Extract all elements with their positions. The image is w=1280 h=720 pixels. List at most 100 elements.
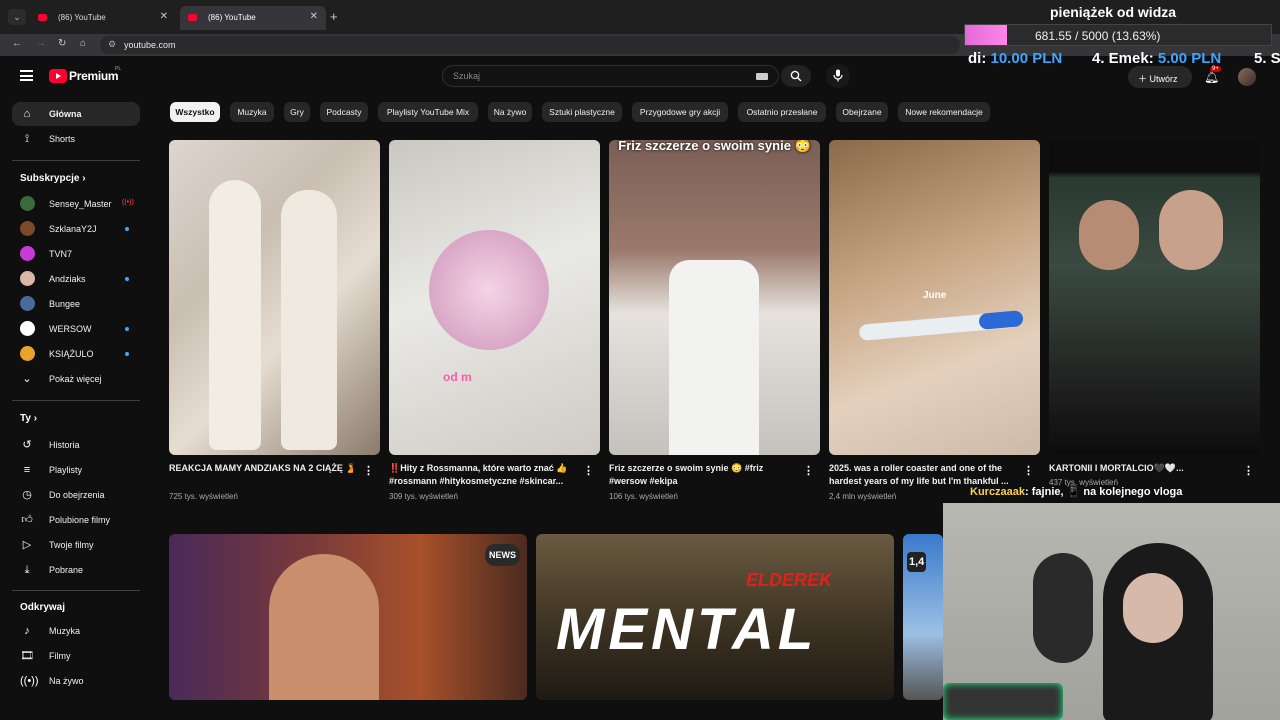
account-avatar[interactable]: [1238, 68, 1256, 86]
video-card[interactable]: NEWS: [169, 534, 527, 700]
more-options-icon[interactable]: ⋮: [1243, 464, 1254, 477]
ticker-prefix: 5. S: [1254, 50, 1280, 67]
sidebar-item-home[interactable]: ⌂ Główna: [12, 102, 140, 126]
tab-close-icon[interactable]: ✕: [160, 11, 168, 22]
search-button[interactable]: [781, 65, 811, 87]
tab-title: (86) YouTube: [58, 13, 106, 22]
sidebar-item-subscription[interactable]: WERSOW: [12, 317, 140, 341]
new-tab-icon[interactable]: +: [330, 9, 338, 24]
video-card[interactable]: REAKCJA MAMY ANDZIAKS NA 2 CIĄŻĘ 🫄 725 t…: [169, 140, 380, 510]
back-icon[interactable]: ←: [12, 38, 22, 49]
search-input[interactable]: Szukaj: [442, 65, 779, 87]
video-thumbnail[interactable]: ELDEREK MENTAL: [536, 534, 894, 700]
video-thumbnail[interactable]: od m: [389, 140, 600, 455]
sidebar-item-subscription[interactable]: SzklanaY2J: [12, 217, 140, 241]
chip[interactable]: Nowe rekomendacje: [898, 102, 990, 122]
donation-ticker-item: 5. S: [1254, 50, 1280, 67]
sidebar-item-live[interactable]: ((•)) Na żywo: [12, 669, 140, 693]
chip[interactable]: Gry: [284, 102, 310, 122]
video-thumbnail[interactable]: 1,4: [903, 534, 943, 700]
sidebar-item-subscription[interactable]: Andziaks: [12, 267, 140, 291]
video-card[interactable]: od m ‼️Hity z Rossmanna, które warto zna…: [389, 140, 600, 510]
forward-icon[interactable]: →: [36, 38, 46, 49]
more-options-icon[interactable]: ⋮: [1023, 464, 1034, 477]
chat-text: : fajnie, 📱 na kolejnego vloga: [1025, 486, 1183, 498]
youtube-premium-logo[interactable]: Premium PL: [49, 66, 121, 86]
tab-close-icon[interactable]: ✕: [310, 11, 318, 22]
chip[interactable]: Muzyka: [230, 102, 274, 122]
video-title[interactable]: ‼️Hity z Rossmanna, które warto znać 👍 #…: [389, 462, 579, 488]
voice-search-button[interactable]: [826, 64, 850, 88]
keyboard-icon[interactable]: [756, 73, 768, 80]
chip-all[interactable]: Wszystko: [170, 102, 220, 122]
ticker-prefix: di:: [968, 50, 991, 67]
chip[interactable]: Na żywo: [488, 102, 532, 122]
subscriptions-header[interactable]: Subskrypcje ›: [20, 173, 86, 184]
sidebar-item-subscription[interactable]: Sensey_Master ((•)): [12, 192, 140, 216]
home-browser-icon[interactable]: ⌂: [80, 38, 86, 49]
sidebar-item-downloads[interactable]: ⤓ Pobrane: [12, 558, 140, 582]
download-icon: ⤓: [24, 564, 30, 576]
sidebar-item-history[interactable]: ↺ Historia: [12, 433, 140, 457]
menu-icon[interactable]: [20, 70, 33, 81]
more-options-icon[interactable]: ⋮: [583, 464, 594, 477]
video-card[interactable]: ELDEREK MENTAL: [536, 534, 894, 700]
subscriptions-header-label: Subskrypcje: [20, 173, 80, 184]
more-options-icon[interactable]: ⋮: [803, 464, 814, 477]
create-label: Utwórz: [1149, 74, 1178, 84]
chip[interactable]: Obejrzane: [836, 102, 888, 122]
video-title[interactable]: REAKCJA MAMY ANDZIAKS NA 2 CIĄŻĘ 🫄: [169, 462, 359, 475]
thumbnail-caption: Friz szczerze o swoim synie 😳: [618, 140, 811, 153]
webcam-overlay: [943, 503, 1280, 720]
chevron-right-icon: ›: [33, 413, 38, 424]
you-header[interactable]: Ty ›: [20, 413, 37, 424]
sidebar-item-label: Na żywo: [49, 676, 84, 686]
logo-text: Premium: [69, 69, 119, 83]
playlist-icon: ≡: [23, 464, 31, 476]
sidebar-item-subscription[interactable]: Bungee: [12, 292, 140, 316]
chip[interactable]: Podcasty: [320, 102, 368, 122]
chevron-down-icon: ⌄: [22, 373, 32, 385]
sidebar-show-more[interactable]: ⌄ Pokaż więcej: [12, 367, 140, 391]
chip[interactable]: Przygodowe gry akcji: [632, 102, 728, 122]
category-chips: Wszystko Muzyka Gry Podcasty Playlisty Y…: [170, 102, 1270, 122]
sidebar-item-subscription[interactable]: TVN7: [12, 242, 140, 266]
sidebar-item-music[interactable]: ♪ Muzyka: [12, 619, 140, 643]
sidebar-item-your-videos[interactable]: ▷ Twoje filmy: [12, 533, 140, 557]
url-field[interactable]: ⚙ youtube.com: [100, 36, 960, 54]
reload-icon[interactable]: ↻: [58, 38, 66, 49]
browser-tab-active[interactable]: (86) YouTube ✕: [180, 6, 326, 30]
video-title[interactable]: Friz szczerze o swoim synie 😳 #friz #wer…: [609, 462, 799, 488]
donation-ticker-item: di: 10.00 PLN: [968, 50, 1062, 67]
sidebar-item-shorts[interactable]: ⟟ Shorts: [12, 127, 140, 151]
ticker-prefix: 4. Emek:: [1092, 50, 1158, 67]
sidebar-item-subscription[interactable]: KSIĄŻULO: [12, 342, 140, 366]
video-card[interactable]: KARTONII I MORTALCIO🖤🤍... 437 tys. wyświ…: [1049, 140, 1260, 487]
tab-search-icon[interactable]: ⌄: [8, 9, 26, 25]
sidebar-item-watch-later[interactable]: ◷ Do obejrzenia: [12, 483, 140, 507]
sidebar-item-playlists[interactable]: ≡ Playlisty: [12, 458, 140, 482]
video-card[interactable]: Friz szczerze o swoim synie 😳 Friz szcze…: [609, 140, 820, 510]
site-info-icon[interactable]: ⚙: [108, 39, 116, 50]
chip[interactable]: Ostatnio przesłane: [738, 102, 826, 122]
video-thumbnail[interactable]: [1049, 140, 1260, 455]
ticker-amount: 10.00 PLN: [990, 50, 1063, 67]
sidebar-item-movies[interactable]: 🎞︎ Filmy: [12, 644, 140, 668]
video-thumbnail[interactable]: Friz szczerze o swoim synie 😳: [609, 140, 820, 455]
channel-avatar: [20, 321, 35, 336]
video-thumbnail[interactable]: [169, 140, 380, 455]
notifications-bell-icon[interactable]: 🔔︎: [1204, 70, 1219, 84]
chip[interactable]: Playlisty YouTube Mix: [378, 102, 478, 122]
sidebar-item-label: Bungee: [49, 299, 81, 309]
browser-tab[interactable]: (86) YouTube ✕: [30, 6, 176, 30]
more-options-icon[interactable]: ⋮: [363, 464, 374, 477]
home-icon: ⌂: [23, 108, 31, 120]
video-card[interactable]: June 2025. was a roller coaster and one …: [829, 140, 1040, 510]
sidebar-item-liked[interactable]: 👍︎ Polubione filmy: [12, 508, 140, 532]
video-thumbnail[interactable]: June: [829, 140, 1040, 455]
video-thumbnail[interactable]: NEWS: [169, 534, 527, 700]
video-card[interactable]: 1,4: [903, 534, 943, 700]
chip[interactable]: Sztuki plastyczne: [542, 102, 622, 122]
video-title[interactable]: KARTONII I MORTALCIO🖤🤍...: [1049, 462, 1239, 475]
like-icon: 👍︎: [21, 514, 33, 526]
